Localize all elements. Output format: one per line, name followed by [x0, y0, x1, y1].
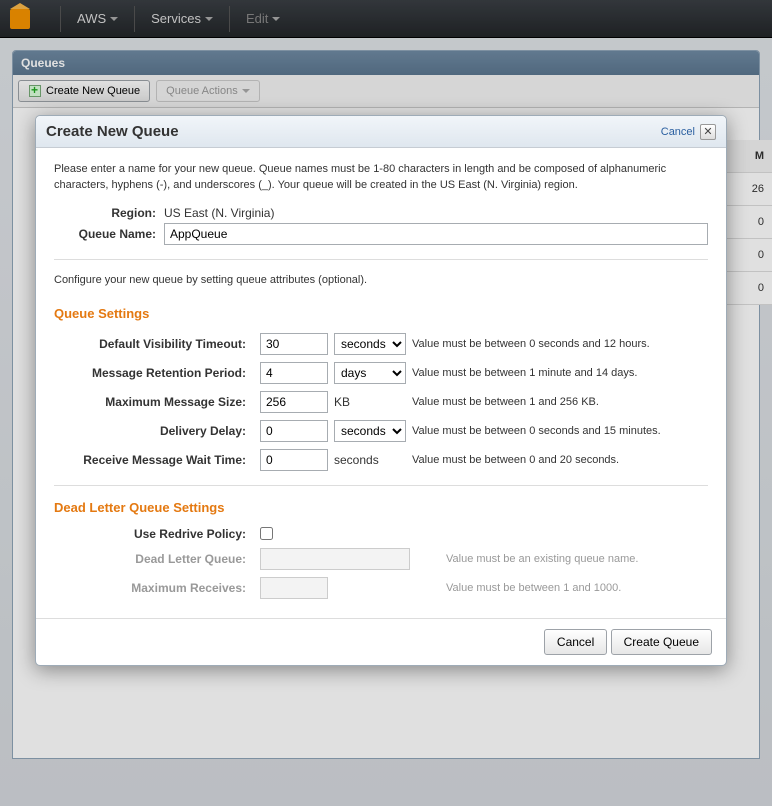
divider: [54, 259, 708, 260]
cancel-link[interactable]: Cancel: [661, 126, 695, 138]
maxsize-hint: Value must be between 1 and 256 KB.: [412, 395, 708, 409]
maxsize-unit: KB: [334, 395, 406, 409]
maxsize-label: Maximum Message Size:: [54, 395, 254, 409]
dialog-footer: Cancel Create Queue: [36, 618, 726, 665]
create-label: Create Queue: [624, 635, 699, 649]
dialog-header: Create New Queue Cancel ✕: [36, 116, 726, 148]
region-value: US East (N. Virginia): [164, 206, 274, 220]
maxrecv-label: Maximum Receives:: [54, 581, 254, 595]
cancel-label: Cancel: [557, 635, 594, 649]
visibility-label: Default Visibility Timeout:: [54, 337, 254, 351]
wait-hint: Value must be between 0 and 20 seconds.: [412, 453, 708, 467]
dialog-title: Create New Queue: [46, 123, 661, 140]
visibility-input[interactable]: [260, 333, 328, 355]
redrive-checkbox[interactable]: [260, 527, 273, 540]
wait-unit: seconds: [334, 453, 406, 467]
maxrecv-hint: Value must be between 1 and 1000.: [446, 581, 708, 595]
queue-name-row: Queue Name:: [54, 223, 708, 245]
max-size-row: Maximum Message Size: KB Value must be b…: [54, 391, 708, 413]
delay-unit-select[interactable]: seconds: [334, 420, 406, 442]
redrive-policy-row: Use Redrive Policy:: [54, 527, 708, 541]
queue-settings-title: Queue Settings: [54, 306, 708, 321]
visibility-hint: Value must be between 0 seconds and 12 h…: [412, 337, 708, 351]
queue-name-label: Queue Name:: [54, 227, 164, 241]
cancel-button[interactable]: Cancel: [544, 629, 607, 655]
delay-input[interactable]: [260, 420, 328, 442]
visibility-unit-select[interactable]: seconds: [334, 333, 406, 355]
wait-label: Receive Message Wait Time:: [54, 453, 254, 467]
dlq-name-input: [260, 548, 410, 570]
dialog-body: Please enter a name for your new queue. …: [36, 148, 726, 618]
delay-hint: Value must be between 0 seconds and 15 m…: [412, 424, 708, 438]
config-intro: Configure your new queue by setting queu…: [54, 274, 708, 286]
create-queue-dialog: Create New Queue Cancel ✕ Please enter a…: [35, 115, 727, 666]
delay-label: Delivery Delay:: [54, 424, 254, 438]
maxrecv-input: [260, 577, 328, 599]
delivery-delay-row: Delivery Delay: seconds Value must be be…: [54, 420, 708, 442]
dlq-name-label: Dead Letter Queue:: [54, 552, 254, 566]
region-label: Region:: [54, 206, 164, 220]
close-icon[interactable]: ✕: [700, 124, 716, 140]
maxsize-input[interactable]: [260, 391, 328, 413]
visibility-timeout-row: Default Visibility Timeout: seconds Valu…: [54, 333, 708, 355]
retention-label: Message Retention Period:: [54, 366, 254, 380]
wait-input[interactable]: [260, 449, 328, 471]
queue-name-input[interactable]: [164, 223, 708, 245]
divider: [54, 485, 708, 486]
dlq-title: Dead Letter Queue Settings: [54, 500, 708, 515]
retention-unit-select[interactable]: days: [334, 362, 406, 384]
retention-hint: Value must be between 1 minute and 14 da…: [412, 366, 708, 380]
wait-time-row: Receive Message Wait Time: seconds Value…: [54, 449, 708, 471]
intro-text: Please enter a name for your new queue. …: [54, 162, 708, 194]
retention-period-row: Message Retention Period: days Value mus…: [54, 362, 708, 384]
create-queue-button[interactable]: Create Queue: [611, 629, 712, 655]
region-row: Region: US East (N. Virginia): [54, 206, 708, 220]
max-receives-row: Maximum Receives: Value must be between …: [54, 577, 708, 599]
redrive-label: Use Redrive Policy:: [54, 527, 254, 541]
retention-input[interactable]: [260, 362, 328, 384]
dlq-name-hint: Value must be an existing queue name.: [446, 552, 708, 566]
dlq-name-row: Dead Letter Queue: Value must be an exis…: [54, 548, 708, 570]
